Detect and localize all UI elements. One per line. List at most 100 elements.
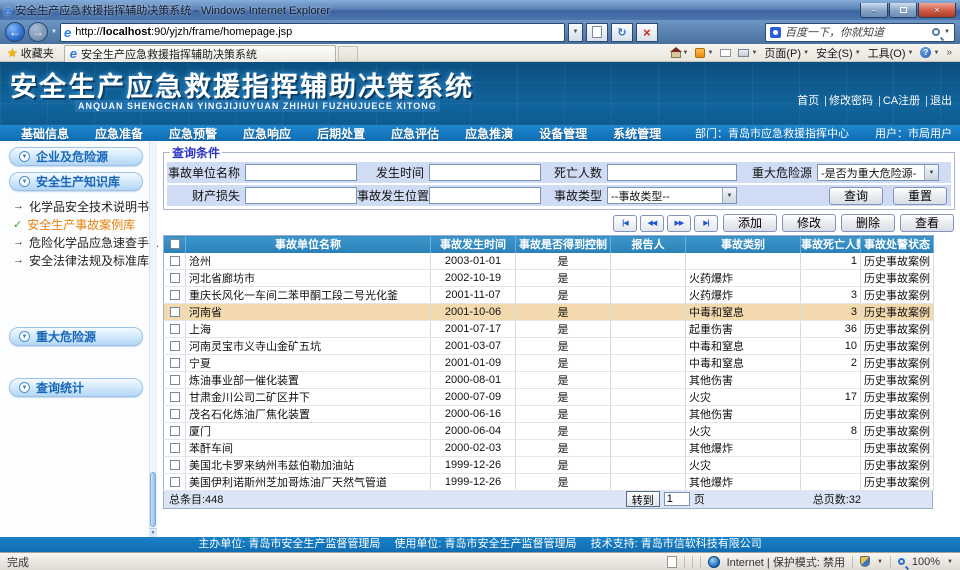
cell-checkbox[interactable] [164, 286, 186, 303]
cell-checkbox[interactable] [164, 320, 186, 337]
first-page-button[interactable]: |◀ [613, 215, 637, 232]
cell-checkbox[interactable] [164, 456, 186, 473]
row-checkbox[interactable] [170, 273, 180, 283]
minimize-button[interactable]: – [860, 3, 888, 18]
row-checkbox[interactable] [170, 290, 180, 300]
stop-button[interactable]: × [636, 23, 658, 42]
table-row[interactable]: 河南省2001-10-06是中毒和窒息3历史事故案例 [164, 303, 934, 320]
nav-item[interactable]: 系统管理 [613, 125, 661, 142]
select-all-checkbox[interactable] [170, 239, 180, 249]
prev-page-button[interactable]: ◀◀ [640, 215, 664, 232]
next-page-button[interactable]: ▶▶ [667, 215, 691, 232]
row-checkbox[interactable] [170, 375, 180, 385]
table-row[interactable]: 炼油事业部一催化装置2000-08-01是其他伤害历史事故案例 [164, 371, 934, 388]
delete-button[interactable]: 删除 [841, 214, 895, 232]
help-menu[interactable]: ?▼ [920, 47, 939, 58]
table-row[interactable]: 宁夏2001-01-09是中毒和窒息2历史事故案例 [164, 354, 934, 371]
tools-menu[interactable]: 工具(O)▼ [868, 45, 914, 61]
sidebar-item[interactable]: →危险化学品应急速查手... [0, 233, 157, 251]
table-row[interactable]: 河南灵宝市义寺山金矿五坑2001-03-07是中毒和窒息10历史事故案例 [164, 337, 934, 354]
address-field[interactable]: e http://localhost:90/yjzh/frame/homepag… [60, 23, 565, 42]
row-checkbox[interactable] [170, 443, 180, 453]
table-row[interactable]: 茂名石化炼油厂焦化装置2000-06-16是其他伤害历史事故案例 [164, 405, 934, 422]
table-row[interactable]: 甘肃金川公司二矿区井下2000-07-09是火灾17历史事故案例 [164, 388, 934, 405]
select-all-header[interactable] [164, 236, 186, 253]
sidebar-group-knowledge[interactable]: ▼ 安全生产知识库 [9, 172, 143, 191]
nav-item[interactable]: 基础信息 [21, 125, 69, 142]
favorites-star-icon[interactable]: ★ [7, 46, 18, 60]
goto-page-button[interactable]: 转到 [626, 491, 660, 507]
table-row[interactable]: 厦门2000-06-04是火灾8历史事故案例 [164, 422, 934, 439]
major-hazard-select[interactable]: -是否为重大危险源- ▼ [817, 164, 939, 181]
row-checkbox[interactable] [170, 324, 180, 334]
table-row[interactable]: 上海2001-07-17是起重伤害36历史事故案例 [164, 320, 934, 337]
table-row[interactable]: 重庆长风化一车间二苯甲酮工段二号光化釜2001-11-07是火药爆炸3历史事故案… [164, 286, 934, 303]
occur-time-input[interactable] [429, 164, 541, 181]
row-checkbox[interactable] [170, 307, 180, 317]
maximize-button[interactable] [889, 3, 917, 18]
zoom-icon[interactable] [898, 558, 905, 565]
row-checkbox[interactable] [170, 409, 180, 419]
cell-checkbox[interactable] [164, 388, 186, 405]
header-link[interactable]: 退出 [930, 95, 952, 107]
forward-button[interactable]: → [28, 22, 48, 42]
cell-checkbox[interactable] [164, 337, 186, 354]
sidebar-item[interactable]: ✓安全生产事故案例库 [0, 215, 157, 233]
page-number-input[interactable] [664, 492, 690, 506]
cell-checkbox[interactable] [164, 303, 186, 320]
cell-checkbox[interactable] [164, 473, 186, 490]
sidebar-item[interactable]: →安全法律法规及标准库 [0, 251, 157, 269]
history-dropdown-icon[interactable]: ▼ [51, 29, 57, 35]
cell-checkbox[interactable] [164, 354, 186, 371]
sidebar-scrollbar[interactable]: ▼ [149, 141, 157, 537]
cell-checkbox[interactable] [164, 253, 186, 270]
feeds-button[interactable]: ▼ [695, 48, 713, 58]
modify-button[interactable]: 修改 [782, 214, 836, 232]
table-row[interactable]: 河北省廊坊市2002-10-19是火药爆炸历史事故案例 [164, 269, 934, 286]
nav-item[interactable]: 设备管理 [539, 125, 587, 142]
zoom-level-label[interactable]: 100% [912, 556, 940, 568]
search-button[interactable]: 查询 [829, 187, 883, 205]
sidebar-group-enterprise[interactable]: ▼ 企业及危险源 [9, 147, 143, 166]
table-row[interactable]: 美国北卡罗来纳州韦兹伯勒加油站1999-12-26是火灾历史事故案例 [164, 456, 934, 473]
protected-mode-icon[interactable] [860, 556, 870, 567]
header-link[interactable]: CA注册 [883, 95, 920, 107]
mail-button[interactable] [720, 49, 731, 57]
cell-checkbox[interactable] [164, 405, 186, 422]
nav-item[interactable]: 应急推演 [465, 125, 513, 142]
accident-type-select[interactable]: --事故类型-- ▼ [607, 187, 737, 204]
home-button[interactable]: ▼ [671, 48, 689, 58]
cell-checkbox[interactable] [164, 269, 186, 286]
last-page-button[interactable]: ▶| [694, 215, 718, 232]
close-button[interactable]: × [918, 3, 956, 18]
row-checkbox[interactable] [170, 460, 180, 470]
print-button[interactable]: ▼ [738, 49, 757, 57]
nav-item[interactable]: 应急评估 [391, 125, 439, 142]
property-loss-input[interactable] [245, 187, 357, 204]
sidebar-item[interactable]: →化学品安全技术说明书 [0, 197, 157, 215]
favorites-label[interactable]: 收藏夹 [21, 45, 54, 61]
refresh-button[interactable]: ↻ [611, 23, 633, 42]
search-dropdown-icon[interactable]: ▼ [944, 29, 950, 35]
sidebar-group-query-stats[interactable]: ▼ 查询统计 [9, 378, 143, 397]
scrollbar-down-icon[interactable]: ▼ [149, 528, 157, 537]
browser-tab[interactable]: e 安全生产应急救援指挥辅助决策系统 [64, 45, 336, 62]
death-count-input[interactable] [607, 164, 737, 181]
search-icon[interactable] [932, 28, 940, 36]
table-row[interactable]: 沧州2003-01-01是1历史事故案例 [164, 253, 934, 270]
cell-checkbox[interactable] [164, 371, 186, 388]
more-commands-button[interactable]: » [946, 47, 952, 58]
header-link[interactable]: 修改密码 [829, 95, 873, 107]
nav-item[interactable]: 后期处置 [317, 125, 365, 142]
new-tab-button[interactable] [338, 46, 358, 61]
unit-name-input[interactable] [245, 164, 357, 181]
scrollbar-thumb[interactable] [150, 472, 156, 527]
cell-checkbox[interactable] [164, 439, 186, 456]
row-checkbox[interactable] [170, 426, 180, 436]
nav-item[interactable]: 应急准备 [95, 125, 143, 142]
table-row[interactable]: 美国伊利诺斯州芝加哥炼油厂天然气管道1999-12-26是其他爆炸历史事故案例 [164, 473, 934, 490]
row-checkbox[interactable] [170, 392, 180, 402]
row-checkbox[interactable] [170, 341, 180, 351]
sidebar-group-major-hazard[interactable]: ▼ 重大危险源 [9, 327, 143, 346]
cell-checkbox[interactable] [164, 422, 186, 439]
